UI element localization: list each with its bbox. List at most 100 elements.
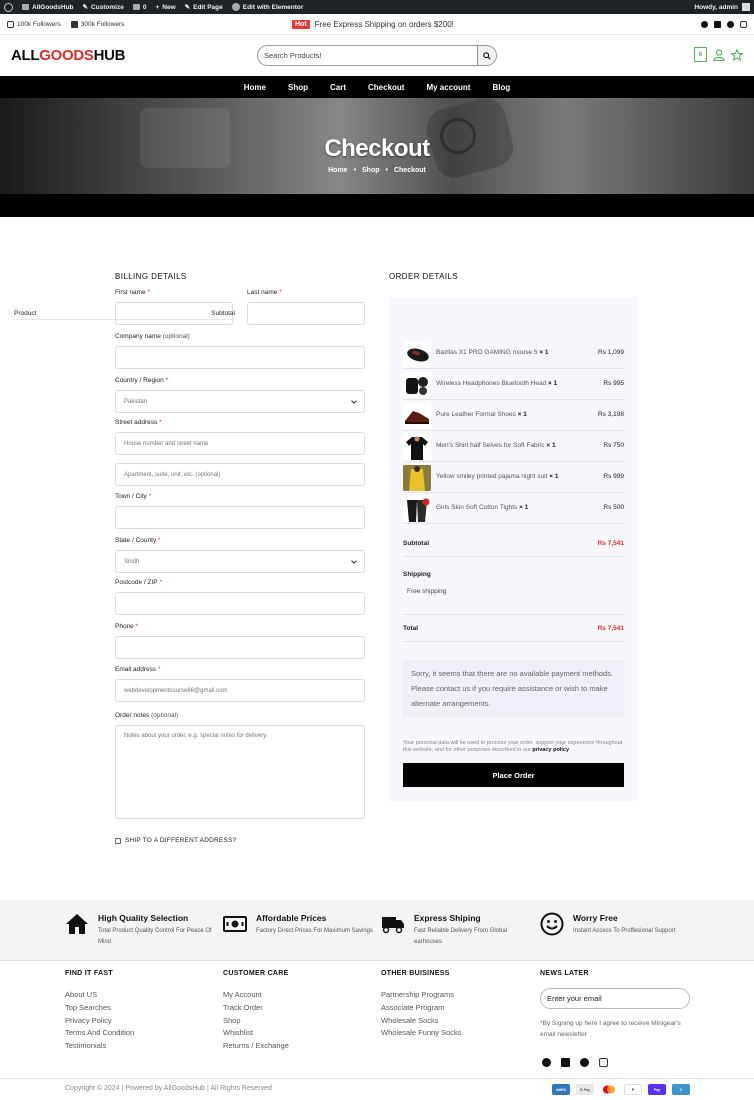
footer-link-wishlist[interactable]: Whishlist (223, 1028, 253, 1037)
truck-icon (382, 917, 404, 934)
wp-logo-menu[interactable] (4, 2, 13, 12)
phone-field[interactable] (115, 636, 365, 659)
search-input[interactable] (258, 46, 477, 65)
product-thumb-shoes (403, 403, 431, 429)
facebook-icon[interactable] (701, 20, 708, 28)
instagram-icon[interactable] (740, 20, 747, 28)
comment-icon (132, 4, 140, 10)
product-price: Rs 1,099 (597, 349, 624, 356)
town-field[interactable] (115, 506, 365, 529)
shipping-row: Shipping Free shipping (403, 557, 624, 615)
required-mark: * (159, 579, 162, 586)
footer-link-testimonials[interactable]: Testimonials (65, 1041, 106, 1050)
email-label: Email address * (115, 666, 161, 673)
privacy-policy-link[interactable]: privacy policy (532, 747, 569, 753)
footer-link-track-order[interactable]: Track Order (223, 1003, 263, 1012)
wordpress-icon (4, 2, 13, 12)
footer-link-privacy[interactable]: Privacy Policy (65, 1016, 112, 1025)
instagram-followers[interactable]: 100k Followers (7, 20, 61, 28)
breadcrumb-home[interactable]: Home (328, 167, 347, 174)
product-name: Men's Shirt half Selves for Soft Fabric … (436, 442, 556, 449)
optional-mark: (optional) (162, 333, 190, 340)
nav-shop[interactable]: Shop (288, 83, 308, 92)
footer-link-top-searches[interactable]: Top Searches (65, 1003, 111, 1012)
state-label: State / County * (115, 537, 161, 544)
home-icon (66, 914, 88, 934)
wishlist-star-icon[interactable] (731, 48, 743, 61)
order-notes-textarea[interactable]: Notes about your order, e.g. special not… (115, 725, 365, 819)
email-value: webdevelopmentcourse66@gmail.com (124, 687, 228, 694)
admin-comments-link[interactable]: 0 (132, 4, 146, 11)
required-mark: * (158, 537, 161, 544)
feature-title: Express Shiping (414, 913, 481, 923)
admin-new-link[interactable]: + New (155, 4, 175, 11)
order-table-header: Product Subtotal (14, 310, 235, 320)
required-mark: * (165, 377, 169, 384)
breadcrumb-shop[interactable]: Shop (362, 167, 380, 174)
footer-link-terms[interactable]: Terms And Condition (65, 1028, 134, 1037)
cart-button[interactable]: 6 (694, 47, 707, 62)
last-name-label: Last name * (247, 289, 282, 296)
newsletter-email-input[interactable] (540, 988, 690, 1009)
instagram-icon[interactable] (599, 1058, 608, 1067)
nav-checkout[interactable]: Checkout (368, 83, 404, 92)
nav-blog[interactable]: Blog (492, 83, 510, 92)
search-button[interactable] (477, 46, 496, 65)
footer-link-returns[interactable]: Returns / Exchange (223, 1041, 289, 1050)
footer-divider (0, 1078, 754, 1079)
state-select[interactable]: Sindh (115, 550, 365, 573)
country-select[interactable]: Pakistan (115, 390, 365, 413)
footer-link-associate[interactable]: Associate Program (381, 1003, 444, 1012)
company-field[interactable] (115, 346, 365, 369)
twitter-icon[interactable] (561, 1058, 570, 1067)
elementor-icon (231, 3, 240, 11)
breadcrumb-separator: • (353, 167, 357, 174)
privacy-period: . (569, 746, 571, 753)
admin-account-menu[interactable]: Howdy, admin (694, 3, 750, 11)
product-name: Wireless Headphones Bluetooth Head × 1 (436, 380, 557, 387)
admin-elementor-link[interactable]: Edit with Elementor (231, 3, 303, 11)
pencil-icon: ✎ (184, 4, 191, 11)
nav-home[interactable]: Home (244, 83, 266, 92)
promo-banner: Hot Free Express Shipping on orders $200… (292, 19, 454, 29)
nav-cart[interactable]: Cart (330, 83, 346, 92)
footer-link-wholesale-socks[interactable]: Wholesale Socks (381, 1016, 439, 1025)
email-field[interactable]: webdevelopmentcourse66@gmail.com (115, 679, 365, 702)
facebook-icon[interactable] (542, 1058, 551, 1067)
country-value: Pakistan (124, 398, 148, 405)
ship-different-toggle[interactable]: SHIP TO A DIFFERENT ADDRESS? (115, 837, 236, 844)
product-name-text: Pure Leather Formal Shoes (436, 411, 516, 418)
admin-customize-link[interactable]: ✎ Customize (83, 3, 124, 12)
pinterest-icon[interactable] (580, 1058, 589, 1067)
footer-link-about[interactable]: About US (65, 990, 97, 999)
feature-desc: Factory Direct Prices For Maximum Saving… (256, 928, 374, 934)
payment-notice: Sorry, it seems that there are no availa… (403, 660, 624, 717)
admin-edit-page-link[interactable]: ✎ Edit Page (184, 3, 223, 12)
footer-link-shop[interactable]: Shop (223, 1016, 241, 1025)
site-logo[interactable]: ALLGOODSHUB (11, 47, 126, 64)
product-qty: × 1 (549, 473, 559, 480)
footer-link-partnership[interactable]: Partnership Programs (381, 990, 454, 999)
user-icon[interactable] (713, 48, 725, 61)
mastercard-icon (600, 1084, 618, 1095)
footer-col4-title: NEWS LATER (540, 970, 589, 977)
last-name-field[interactable] (247, 302, 365, 325)
facebook-followers[interactable]: 300k Followers (70, 20, 124, 28)
admin-site-link[interactable]: AllGoodsHub (22, 4, 74, 11)
postcode-field[interactable] (115, 592, 365, 615)
street-address-2-field[interactable]: Apartment, suite, unit, etc. (optional) (115, 463, 365, 486)
avatar (742, 3, 750, 11)
breadcrumb: Home • Shop • Checkout (0, 167, 754, 174)
footer-link-my-account[interactable]: My Account (223, 990, 262, 999)
footer-col2-title: CUSTOMER CARE (223, 970, 289, 977)
twitter-icon[interactable] (714, 20, 721, 28)
place-order-button[interactable]: Place Order (403, 763, 624, 787)
footer-link-wholesale-funny[interactable]: Wholesale Funny Socks (381, 1028, 461, 1037)
product-name: Girls Skin Soft Cotton Tights × 1 (436, 504, 528, 511)
pinterest-icon[interactable] (727, 20, 734, 28)
street-address-field[interactable]: House number and street name (115, 432, 365, 455)
ship-different-checkbox[interactable] (115, 837, 121, 844)
nav-my-account[interactable]: My account (426, 83, 470, 92)
money-icon (223, 916, 247, 932)
hero-bottom-band (0, 194, 754, 217)
